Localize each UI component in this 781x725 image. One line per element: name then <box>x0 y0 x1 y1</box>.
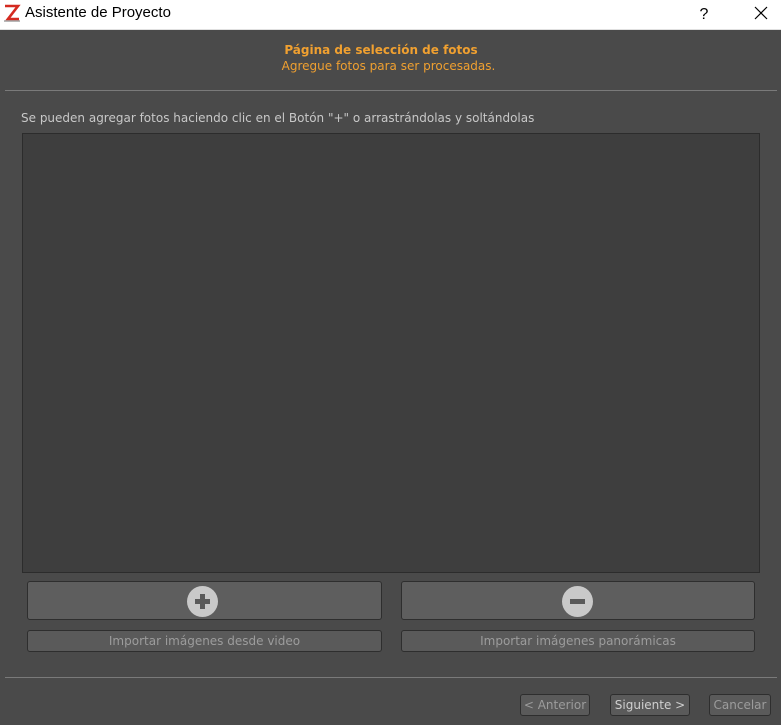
next-button[interactable]: Siguiente > <box>610 694 690 716</box>
z-logo-icon <box>3 3 21 23</box>
cancel-button[interactable]: Cancelar <box>709 694 771 716</box>
help-button[interactable]: ? <box>686 0 722 29</box>
add-photos-button[interactable] <box>27 581 382 620</box>
import-from-video-button[interactable]: Importar imágenes desde video <box>27 630 382 652</box>
previous-button[interactable]: < Anterior <box>520 694 590 716</box>
divider <box>5 677 777 678</box>
page-subtitle: Agregue fotos para ser procesadas. <box>281 59 496 73</box>
divider <box>5 90 777 91</box>
window-title: Asistente de Proyecto <box>25 4 171 21</box>
page-title: Página de selección de fotos <box>284 43 478 57</box>
plus-circle-icon <box>187 586 218 617</box>
close-button[interactable] <box>740 0 781 29</box>
instructions-text: Se pueden agregar fotos haciendo clic en… <box>21 111 535 125</box>
wizard-header: Página de selección de fotos Agregue fot… <box>0 30 781 90</box>
import-panoramic-button[interactable]: Importar imágenes panorámicas <box>401 630 755 652</box>
remove-photos-button[interactable] <box>401 581 755 620</box>
photo-drop-area[interactable] <box>22 133 760 573</box>
title-bar: Asistente de Proyecto ? <box>0 0 781 30</box>
minus-circle-icon <box>562 586 593 617</box>
close-icon <box>754 5 768 24</box>
